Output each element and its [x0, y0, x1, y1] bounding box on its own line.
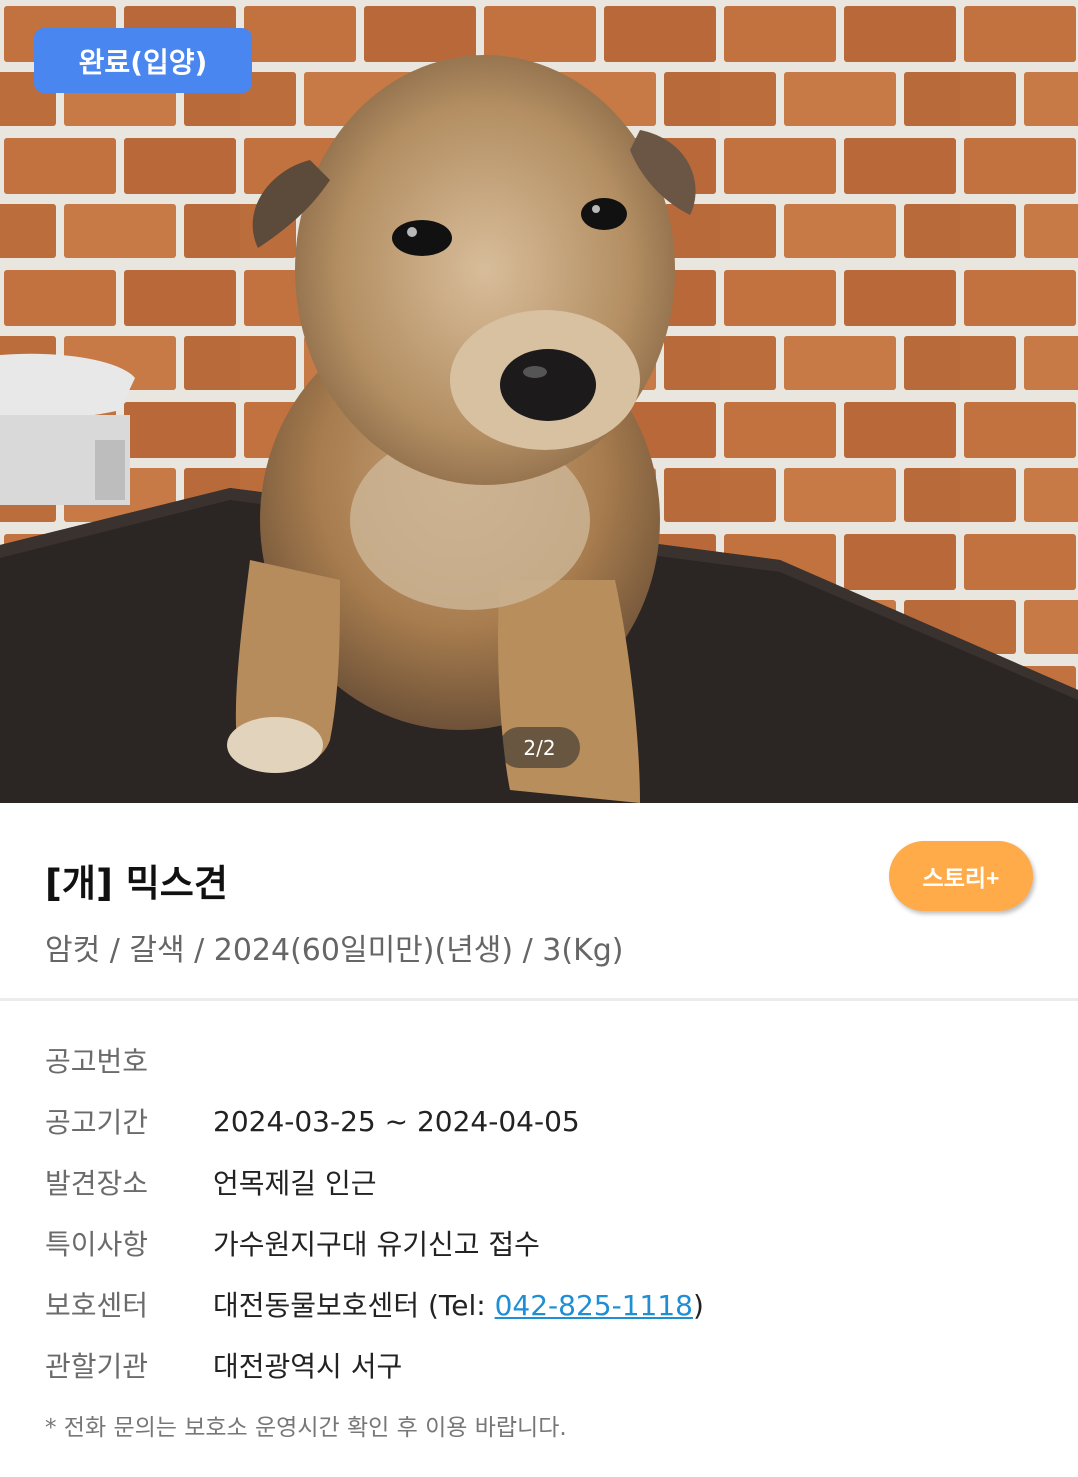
animal-title: [개] 믹스견 — [45, 862, 228, 905]
section-divider — [0, 998, 1078, 1001]
photo-page-counter: 2/2 — [499, 727, 580, 768]
shelter-name: 대전동물보호센터 (Tel: — [213, 1289, 495, 1322]
notice-period-label: 공고기간 — [45, 1106, 149, 1139]
found-place-label: 발견장소 — [45, 1167, 149, 1200]
notice-number-label: 공고번호 — [45, 1045, 149, 1078]
special-notes-label: 특이사항 — [45, 1228, 149, 1261]
animal-photo[interactable]: 완료(입양) 2/2 — [0, 0, 1078, 803]
info-row-shelter: 보호센터 대전동물보호센터 (Tel: 042-825-1118) — [45, 1284, 704, 1324]
info-row-notice-number: 공고번호 — [45, 1040, 213, 1080]
jurisdiction-value: 대전광역시 서구 — [213, 1350, 403, 1383]
shelter-close: ) — [692, 1289, 704, 1322]
shelter-tel-link[interactable]: 042-825-1118 — [495, 1289, 693, 1322]
adoption-status-badge: 완료(입양) — [34, 28, 252, 93]
notice-period-value: 2024-03-25 ~ 2024-04-05 — [213, 1104, 580, 1138]
info-row-found-place: 발견장소 언목제길 인근 — [45, 1162, 376, 1202]
phone-notice: * 전화 문의는 보호소 운영시간 확인 후 이용 바랍니다. — [45, 1415, 567, 1441]
story-button[interactable]: 스토리+ — [889, 841, 1033, 911]
info-row-jurisdiction: 관할기관 대전광역시 서구 — [45, 1345, 402, 1385]
info-row-notice-period: 공고기간 2024-03-25 ~ 2024-04-05 — [45, 1101, 580, 1141]
animal-summary: 암컷 / 갈색 / 2024(60일미만)(년생) / 3(Kg) — [45, 933, 624, 968]
shelter-value: 대전동물보호센터 (Tel: 042-825-1118) — [213, 1284, 704, 1324]
jurisdiction-label: 관할기관 — [45, 1350, 149, 1383]
shelter-label: 보호센터 — [45, 1289, 149, 1322]
special-notes-value: 가수원지구대 유기신고 접수 — [213, 1228, 540, 1261]
found-place-value: 언목제길 인근 — [213, 1167, 377, 1200]
info-row-special-notes: 특이사항 가수원지구대 유기신고 접수 — [45, 1223, 540, 1263]
puppy-photo — [0, 0, 1078, 803]
